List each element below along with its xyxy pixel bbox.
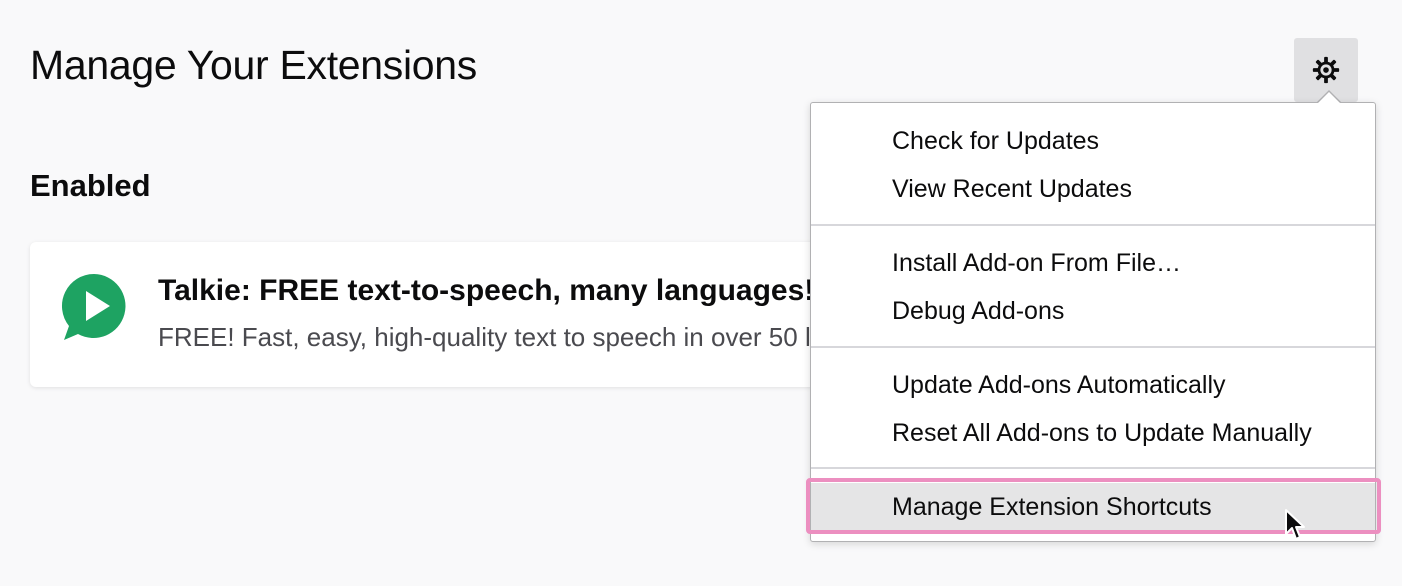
mouse-pointer-icon [1285, 509, 1305, 540]
gear-icon [1312, 56, 1340, 84]
menu-separator [811, 224, 1375, 226]
settings-menu: Check for Updates View Recent Updates In… [810, 102, 1376, 542]
menu-item-reset-update-manually[interactable]: Reset All Add-ons to Update Manually [811, 409, 1375, 457]
menu-item-view-recent-updates[interactable]: View Recent Updates [811, 165, 1375, 213]
menu-item-debug-addons[interactable]: Debug Add-ons [811, 287, 1375, 335]
addon-name[interactable]: Talkie: FREE text-to-speech, many langua… [158, 274, 814, 308]
menu-separator [811, 346, 1375, 348]
menu-separator [811, 467, 1375, 469]
menu-arrow-inner [1317, 92, 1341, 104]
section-heading-enabled: Enabled [30, 168, 151, 203]
menu-item-update-automatically[interactable]: Update Add-ons Automatically [811, 361, 1375, 409]
menu-item-check-updates[interactable]: Check for Updates [811, 117, 1375, 165]
menu-item-install-from-file[interactable]: Install Add-on From File… [811, 239, 1375, 287]
page-title: Manage Your Extensions [30, 42, 478, 88]
talkie-play-bubble-icon [61, 274, 126, 340]
